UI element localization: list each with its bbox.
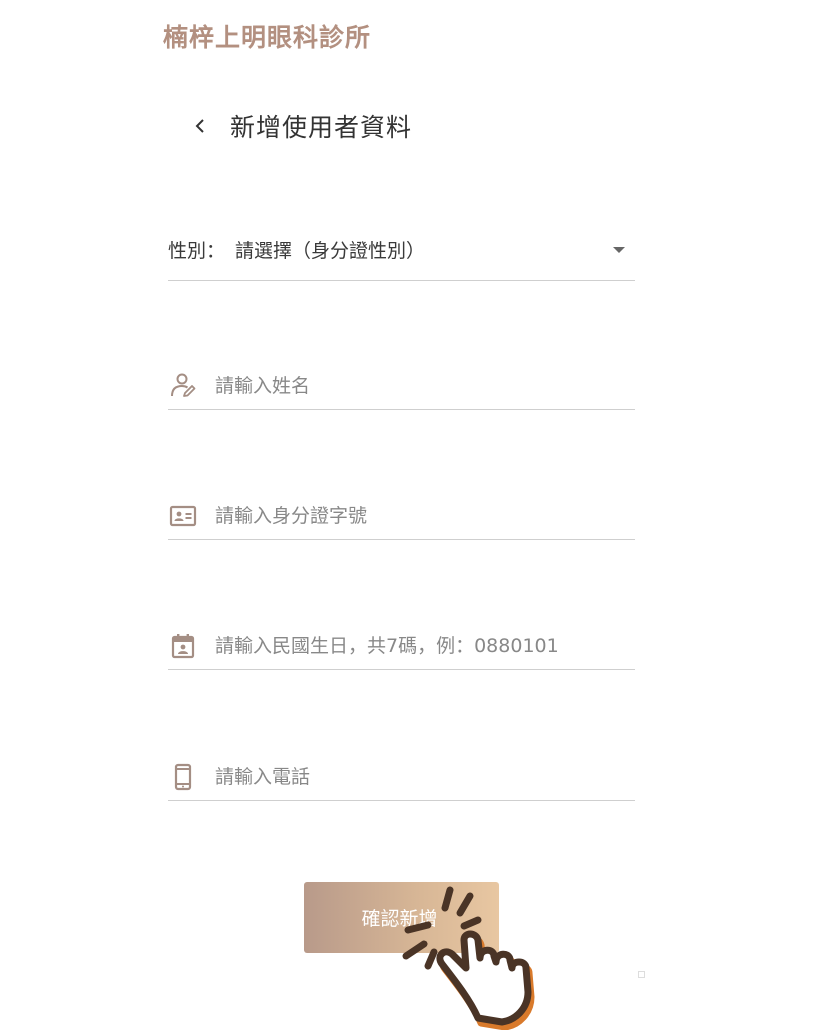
clinic-name: 楠梓上明眼科診所 [163,23,372,52]
confirm-add-button[interactable]: 確認新增 [304,882,499,953]
dropdown-caret-icon [613,246,625,253]
calendar-icon [168,631,198,661]
page-title: 新增使用者資料 [230,113,413,142]
phone-input[interactable] [215,765,635,788]
name-field [168,362,635,410]
birthday-field [168,622,635,670]
id-card-icon [168,501,198,531]
page-header: 新增使用者資料 [190,104,412,148]
gender-label: 性別： [168,240,226,262]
chevron-left-icon [195,119,204,133]
name-input[interactable] [215,374,635,397]
person-edit-icon [168,371,198,401]
id-number-input[interactable] [215,504,635,527]
id-number-field [168,492,635,540]
gender-select[interactable]: 性別： 請選擇（身分證性別） [168,219,635,281]
gender-selected-value: 請選擇（身分證性別） [235,240,426,262]
mobile-phone-icon [168,762,198,792]
birthday-input[interactable] [215,634,635,657]
back-button[interactable] [190,116,210,136]
tiny-marker [638,971,645,978]
phone-field [168,753,635,801]
